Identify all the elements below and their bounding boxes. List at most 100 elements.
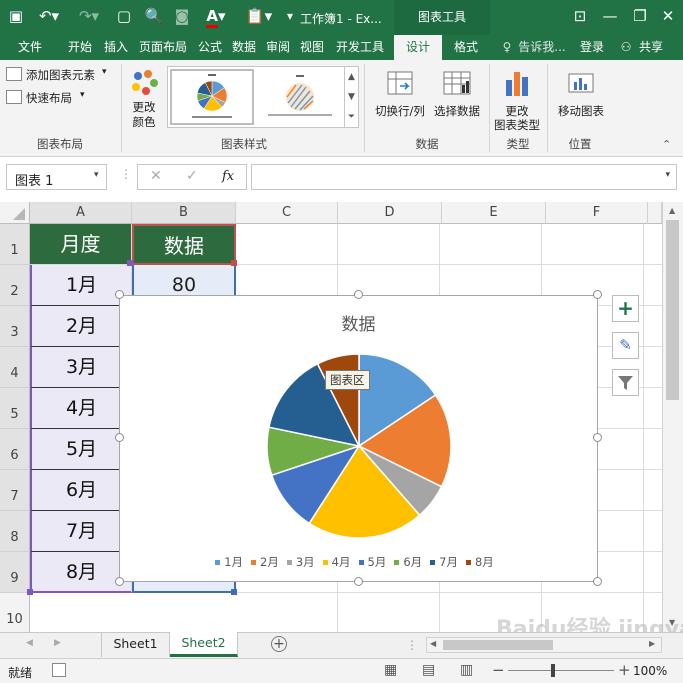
cell-a5[interactable]: 4月 (30, 388, 132, 429)
row-header-2[interactable]: 2 (0, 265, 30, 306)
column-header-b[interactable]: B (132, 202, 236, 224)
prev-sheet-icon[interactable]: ◀ (26, 638, 33, 648)
tab-design[interactable]: 设计 (394, 35, 442, 60)
name-box[interactable]: 图表 1 ▾ (6, 164, 107, 190)
cell-b1[interactable]: 数据 (132, 224, 236, 265)
chart-resize-handle[interactable] (115, 290, 124, 299)
legend-item-3[interactable]: 3月 (286, 555, 315, 569)
scroll-up-icon[interactable]: ▲ (669, 206, 675, 215)
zoom-out-icon[interactable]: − (492, 661, 505, 679)
chart-style-2[interactable] (258, 69, 342, 125)
legend-item-2[interactable]: 2月 (251, 555, 279, 569)
tab-view[interactable]: 视图 (296, 35, 328, 60)
ribbon-display-icon[interactable]: ⊡ (570, 6, 590, 26)
chart-filter-icon[interactable] (612, 369, 639, 396)
legend-item-5[interactable]: 5月 (358, 555, 386, 569)
chart-resize-handle[interactable] (115, 577, 124, 586)
column-header-g[interactable] (648, 202, 662, 224)
redo-icon[interactable]: ↷▾ (74, 6, 104, 26)
change-chart-type-button[interactable]: 更改 图表类型 (492, 64, 542, 132)
range-handle[interactable] (127, 260, 133, 266)
signin-link[interactable]: 登录 (576, 35, 608, 60)
gallery-down-icon[interactable]: ▼ (345, 87, 358, 107)
print-preview-icon[interactable]: 🔍 (144, 6, 164, 26)
tab-insert[interactable]: 插入 (100, 35, 132, 60)
chart-legend[interactable]: 1月 2月 3月 4月 5月 6月 7月 8月 (120, 554, 597, 570)
chart-resize-handle[interactable] (354, 290, 363, 299)
change-colors-button[interactable]: 更改 颜色 (124, 64, 164, 132)
cell-a2[interactable]: 1月 (30, 265, 132, 306)
row-header-6[interactable]: 6 (0, 429, 30, 470)
legend-item-6[interactable]: 6月 (394, 555, 422, 569)
save-icon[interactable]: ▣ (6, 6, 26, 26)
chart-style-1[interactable] (170, 69, 254, 125)
gallery-more-icon[interactable]: ⏷ (345, 107, 358, 127)
pie-chart[interactable] (120, 296, 599, 583)
row-header-4[interactable]: 4 (0, 347, 30, 388)
expand-formula-icon[interactable]: ▾ (665, 170, 670, 180)
chart-resize-handle[interactable] (593, 433, 602, 442)
scroll-right-icon[interactable]: ▶ (649, 639, 655, 648)
scroll-left-icon[interactable]: ◀ (430, 639, 436, 648)
tab-home[interactable]: 开始 (62, 35, 98, 60)
sheet-tab-sheet2[interactable]: Sheet2 (170, 632, 238, 657)
tab-format[interactable]: 格式 (446, 35, 486, 60)
tab-page-layout[interactable]: 页面布局 (134, 35, 192, 60)
add-chart-element-button[interactable]: 添加图表元素 ▾ (6, 66, 118, 84)
share-button[interactable]: 共享 (636, 35, 666, 60)
cell-a9[interactable]: 8月 (30, 552, 132, 593)
tab-review[interactable]: 审阅 (262, 35, 294, 60)
tab-data[interactable]: 数据 (228, 35, 260, 60)
restore-icon[interactable]: ❐ (630, 6, 650, 26)
cell-a3[interactable]: 2月 (30, 306, 132, 347)
row-header-7[interactable]: 7 (0, 470, 30, 511)
next-sheet-icon[interactable]: ▶ (54, 638, 61, 648)
macro-record-icon[interactable] (52, 663, 66, 677)
font-color-icon[interactable]: A▾ (200, 6, 232, 28)
page-layout-view-icon[interactable]: ▤ (422, 662, 435, 678)
legend-item-1[interactable]: 1月 (215, 555, 243, 569)
column-header-d[interactable]: D (338, 202, 442, 224)
row-header-8[interactable]: 8 (0, 511, 30, 552)
row-header-1[interactable]: 1 (0, 224, 30, 265)
tell-me-input[interactable]: 告诉我... (516, 35, 568, 60)
sheet-tab-sheet1[interactable]: Sheet1 (101, 633, 170, 657)
row-header-9[interactable]: 9 (0, 552, 30, 593)
cell-a8[interactable]: 7月 (30, 511, 132, 552)
add-sheet-icon[interactable]: + (271, 636, 287, 652)
paste-icon[interactable]: 📋▾ (244, 6, 274, 26)
chart-resize-handle[interactable] (593, 577, 602, 586)
cell-a4[interactable]: 3月 (30, 347, 132, 388)
zoom-level[interactable]: 100% (633, 664, 667, 678)
column-header-f[interactable]: F (546, 202, 648, 224)
column-header-a[interactable]: A (30, 202, 132, 224)
row-header-10[interactable]: 10 (0, 593, 30, 632)
zoom-slider[interactable] (508, 670, 614, 671)
cell-a1[interactable]: 月度 (30, 224, 132, 265)
tab-developer[interactable]: 开发工具 (330, 35, 390, 60)
enter-icon[interactable]: ✓ (186, 168, 198, 184)
row-header-5[interactable]: 5 (0, 388, 30, 429)
customize-qat-icon[interactable]: ▾ (280, 6, 300, 26)
insert-function-icon[interactable]: fx (222, 169, 234, 184)
gallery-up-icon[interactable]: ▲ (345, 67, 358, 87)
horizontal-scrollbar[interactable]: ◀ ▶ (426, 637, 662, 653)
range-handle[interactable] (231, 589, 237, 595)
legend-item-4[interactable]: 4月 (322, 555, 351, 569)
range-handle[interactable] (27, 589, 33, 595)
gallery-scroll[interactable]: ▲ ▼ ⏷ (344, 67, 358, 127)
close-icon[interactable]: ✕ (658, 6, 678, 26)
quick-layout-button[interactable]: 快速布局 ▾ (6, 89, 106, 107)
column-header-e[interactable]: E (442, 202, 546, 224)
scrollbar-thumb[interactable] (666, 220, 679, 400)
row-header-3[interactable]: 3 (0, 306, 30, 347)
select-data-button[interactable]: 选择数据 (432, 64, 482, 132)
name-box-dropdown-icon[interactable]: ▾ (94, 170, 99, 180)
chart-resize-handle[interactable] (593, 290, 602, 299)
collapse-ribbon-icon[interactable]: ⌃ (662, 138, 671, 151)
tab-file[interactable]: 文件 (10, 35, 50, 60)
undo-icon[interactable]: ↶▾ (34, 6, 64, 26)
chart-resize-handle[interactable] (115, 433, 124, 442)
chart-resize-handle[interactable] (354, 577, 363, 586)
range-handle[interactable] (231, 260, 237, 266)
